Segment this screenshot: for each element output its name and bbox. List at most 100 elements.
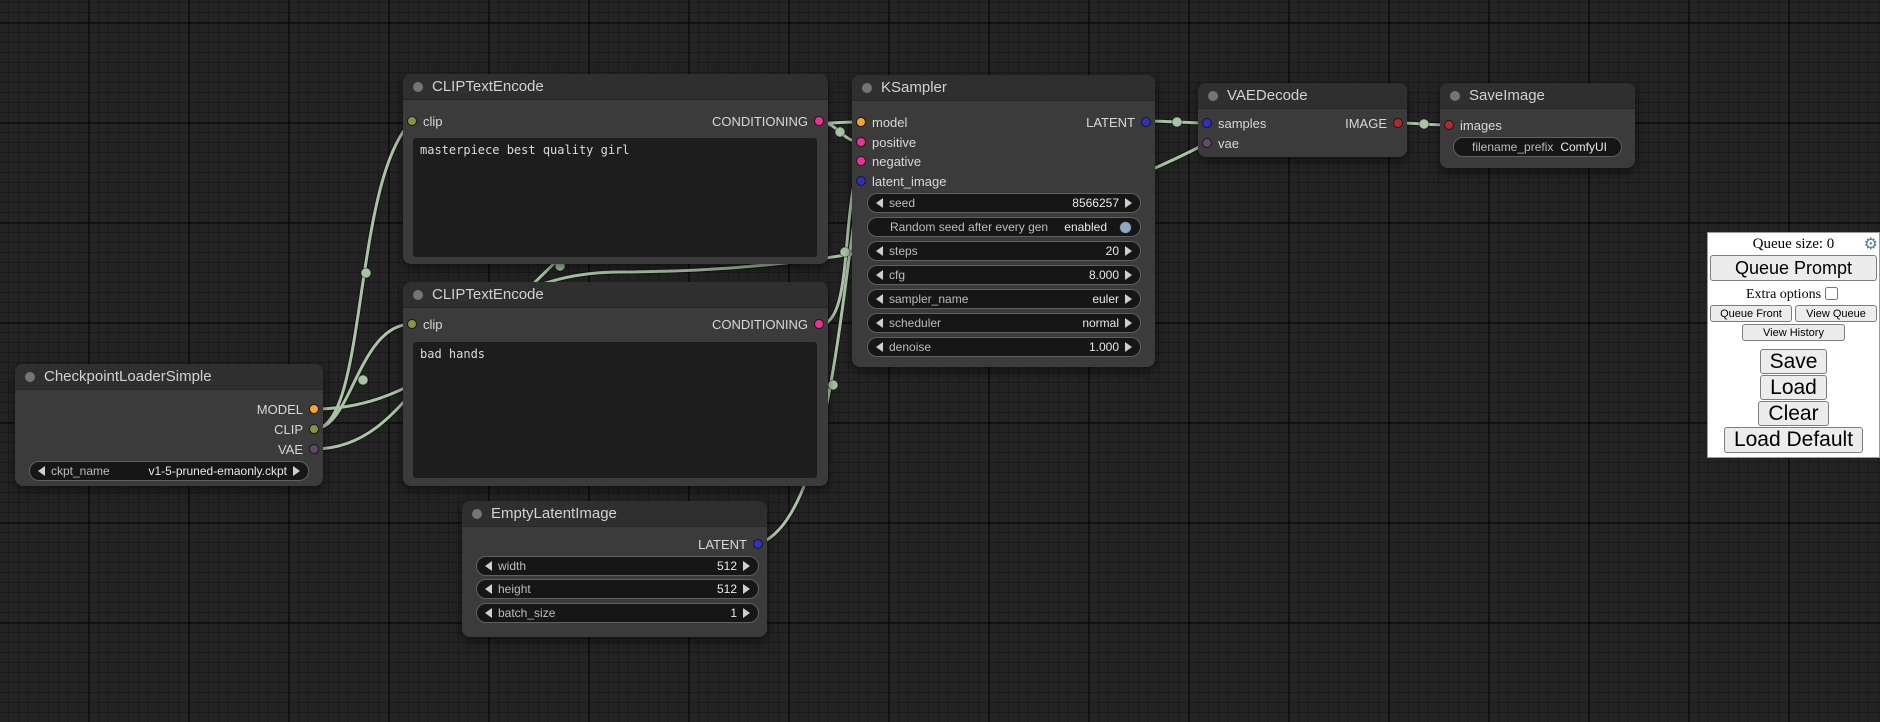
increment-arrow-icon[interactable] bbox=[1125, 198, 1132, 208]
toggle-enabled-icon[interactable] bbox=[1119, 221, 1132, 234]
node-title-bar[interactable]: CLIPTextEncode bbox=[403, 282, 828, 308]
increment-arrow-icon[interactable] bbox=[293, 466, 300, 476]
widget-name: height bbox=[498, 582, 531, 596]
node-title-bar[interactable]: CheckpointLoaderSimple bbox=[15, 364, 323, 390]
image-port-icon[interactable] bbox=[1444, 120, 1454, 130]
extra-options-label: Extra options bbox=[1746, 287, 1821, 302]
node-title-bar[interactable]: VAEDecode bbox=[1198, 83, 1407, 109]
negative-prompt-textarea[interactable]: bad hands bbox=[413, 342, 817, 478]
widget-value: ComfyUI bbox=[1560, 140, 1607, 154]
random-seed-toggle[interactable]: Random seed after every gen enabled bbox=[867, 217, 1141, 237]
node-title-bar[interactable]: KSampler bbox=[852, 75, 1155, 101]
decrement-arrow-icon[interactable] bbox=[876, 342, 883, 352]
collapse-dot-icon[interactable] bbox=[472, 509, 482, 519]
settings-gear-icon[interactable]: ⚙ bbox=[1864, 234, 1878, 253]
decrement-arrow-icon[interactable] bbox=[876, 294, 883, 304]
collapse-dot-icon[interactable] bbox=[862, 83, 872, 93]
conditioning-port-icon[interactable] bbox=[814, 319, 824, 329]
queue-prompt-button[interactable]: Queue Prompt bbox=[1710, 255, 1877, 281]
node-save-image[interactable]: SaveImage images filename_prefix ComfyUI bbox=[1440, 83, 1635, 168]
decrement-arrow-icon[interactable] bbox=[485, 584, 492, 594]
steps-widget[interactable]: steps 20 bbox=[867, 241, 1141, 261]
extra-options-checkbox[interactable] bbox=[1825, 287, 1838, 300]
increment-arrow-icon[interactable] bbox=[743, 561, 750, 571]
node-checkpoint-loader[interactable]: CheckpointLoaderSimple MODEL CLIP VAE ck… bbox=[15, 364, 323, 486]
queue-front-button[interactable]: Queue Front bbox=[1710, 305, 1792, 322]
widget-value: v1-5-pruned-emaonly.ckpt bbox=[148, 464, 287, 478]
widget-name: Random seed after every gen bbox=[890, 220, 1048, 234]
collapse-dot-icon[interactable] bbox=[25, 372, 35, 382]
clip-port-icon[interactable] bbox=[309, 424, 319, 434]
widget-value: 1.000 bbox=[1089, 340, 1119, 354]
width-widget[interactable]: width 512 bbox=[476, 556, 759, 576]
save-button[interactable]: Save bbox=[1760, 349, 1828, 374]
widget-value: 1 bbox=[730, 606, 737, 620]
latent-port-icon[interactable] bbox=[1202, 118, 1212, 128]
load-button[interactable]: Load bbox=[1760, 375, 1827, 400]
node-title-bar[interactable]: CLIPTextEncode bbox=[403, 74, 828, 100]
increment-arrow-icon[interactable] bbox=[1125, 294, 1132, 304]
sampler-name-widget[interactable]: sampler_name euler bbox=[867, 289, 1141, 309]
view-queue-button[interactable]: View Queue bbox=[1795, 305, 1877, 322]
conditioning-port-icon[interactable] bbox=[856, 156, 866, 166]
batch-size-widget[interactable]: batch_size 1 bbox=[476, 603, 759, 623]
output-latent: LATENT bbox=[1086, 112, 1155, 132]
image-port-icon[interactable] bbox=[1393, 118, 1403, 128]
clip-port-icon[interactable] bbox=[407, 319, 417, 329]
increment-arrow-icon[interactable] bbox=[1125, 270, 1132, 280]
decrement-arrow-icon[interactable] bbox=[485, 608, 492, 618]
increment-arrow-icon[interactable] bbox=[743, 584, 750, 594]
decrement-arrow-icon[interactable] bbox=[876, 198, 883, 208]
clip-port-icon[interactable] bbox=[407, 116, 417, 126]
queue-menu-panel: Queue size: 0 ⚙ Queue Prompt Extra optio… bbox=[1707, 232, 1880, 458]
decrement-arrow-icon[interactable] bbox=[876, 246, 883, 256]
latent-port-icon[interactable] bbox=[856, 176, 866, 186]
decrement-arrow-icon[interactable] bbox=[38, 466, 45, 476]
collapse-dot-icon[interactable] bbox=[1208, 91, 1218, 101]
positive-prompt-textarea[interactable]: masterpiece best quality girl bbox=[413, 138, 817, 257]
widget-name: scheduler bbox=[889, 316, 941, 330]
node-clip-text-encode-positive[interactable]: CLIPTextEncode clip CONDITIONING masterp… bbox=[403, 74, 828, 264]
load-default-button[interactable]: Load Default bbox=[1724, 427, 1863, 453]
increment-arrow-icon[interactable] bbox=[1125, 342, 1132, 352]
vae-port-icon[interactable] bbox=[1202, 138, 1212, 148]
collapse-dot-icon[interactable] bbox=[413, 290, 423, 300]
node-title: CLIPTextEncode bbox=[432, 78, 544, 95]
node-empty-latent-image[interactable]: EmptyLatentImage LATENT width 512 height… bbox=[462, 501, 767, 637]
model-port-icon[interactable] bbox=[309, 404, 319, 414]
ckpt-name-widget[interactable]: ckpt_name v1-5-pruned-emaonly.ckpt bbox=[29, 461, 309, 481]
seed-widget[interactable]: seed 8566257 bbox=[867, 193, 1141, 213]
port-label: IMAGE bbox=[1345, 116, 1387, 131]
node-graph-canvas[interactable]: CheckpointLoaderSimple MODEL CLIP VAE ck… bbox=[0, 0, 1880, 722]
view-history-button[interactable]: View History bbox=[1742, 324, 1846, 341]
node-title-bar[interactable]: EmptyLatentImage bbox=[462, 501, 767, 527]
latent-port-icon[interactable] bbox=[1141, 117, 1151, 127]
widget-name: sampler_name bbox=[889, 292, 968, 306]
port-label: LATENT bbox=[698, 537, 747, 552]
decrement-arrow-icon[interactable] bbox=[485, 561, 492, 571]
increment-arrow-icon[interactable] bbox=[1125, 318, 1132, 328]
conditioning-port-icon[interactable] bbox=[814, 116, 824, 126]
increment-arrow-icon[interactable] bbox=[743, 608, 750, 618]
node-ksampler[interactable]: KSampler model positive negative latent_… bbox=[852, 75, 1155, 367]
height-widget[interactable]: height 512 bbox=[476, 579, 759, 599]
model-port-icon[interactable] bbox=[856, 117, 866, 127]
widget-value: 8566257 bbox=[1072, 196, 1119, 210]
vae-port-icon[interactable] bbox=[309, 444, 319, 454]
port-label: negative bbox=[872, 154, 921, 169]
collapse-dot-icon[interactable] bbox=[1450, 91, 1460, 101]
node-vae-decode[interactable]: VAEDecode samples vae IMAGE bbox=[1198, 83, 1407, 157]
node-title-bar[interactable]: SaveImage bbox=[1440, 83, 1635, 109]
filename-prefix-widget[interactable]: filename_prefix ComfyUI bbox=[1453, 137, 1622, 157]
cfg-widget[interactable]: cfg 8.000 bbox=[867, 265, 1141, 285]
decrement-arrow-icon[interactable] bbox=[876, 270, 883, 280]
clear-button[interactable]: Clear bbox=[1758, 401, 1828, 426]
decrement-arrow-icon[interactable] bbox=[876, 318, 883, 328]
increment-arrow-icon[interactable] bbox=[1125, 246, 1132, 256]
denoise-widget[interactable]: denoise 1.000 bbox=[867, 337, 1141, 357]
collapse-dot-icon[interactable] bbox=[413, 82, 423, 92]
conditioning-port-icon[interactable] bbox=[856, 137, 866, 147]
scheduler-widget[interactable]: scheduler normal bbox=[867, 313, 1141, 333]
latent-port-icon[interactable] bbox=[753, 539, 763, 549]
node-clip-text-encode-negative[interactable]: CLIPTextEncode clip CONDITIONING bad han… bbox=[403, 282, 828, 486]
